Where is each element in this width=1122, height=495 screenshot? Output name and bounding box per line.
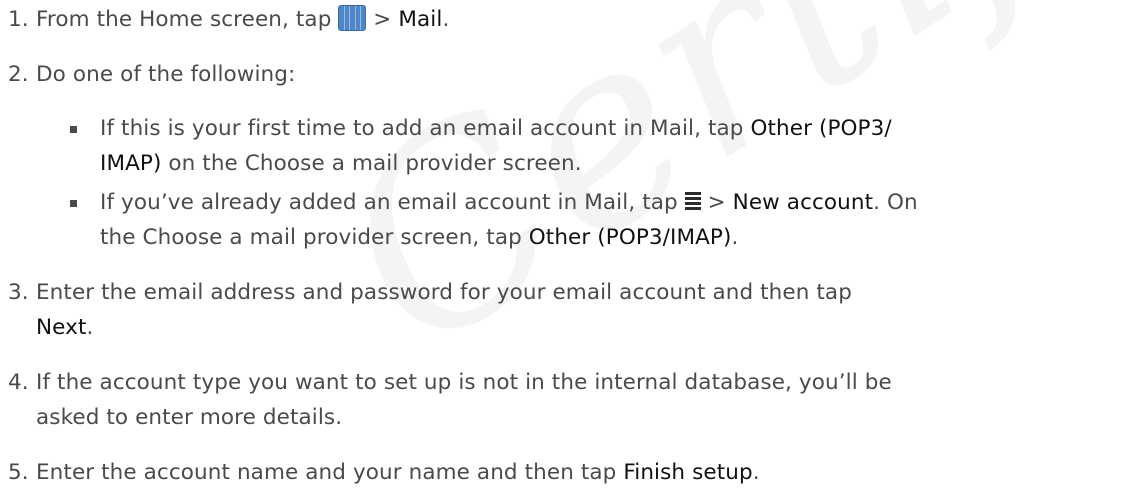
step-text: Enter the email address and password for… [36,280,852,305]
step-number: 1. [8,7,29,32]
step-text: Do one of the following: [36,62,296,87]
bullet-marker [70,126,77,133]
step-number: 2. [8,62,29,87]
bullet-marker [70,200,77,207]
step-text: Enter the account name and your name and… [36,460,760,485]
apps-grid-icon [338,5,367,31]
step-text: From the Home screen, tap > Mail. [36,5,450,32]
step-number: 4. [8,370,29,395]
step-number: 3. [8,280,29,305]
step-text: If the account type you want to set up i… [36,370,892,395]
step-number: 5. [8,460,29,485]
menu-icon [684,192,701,211]
